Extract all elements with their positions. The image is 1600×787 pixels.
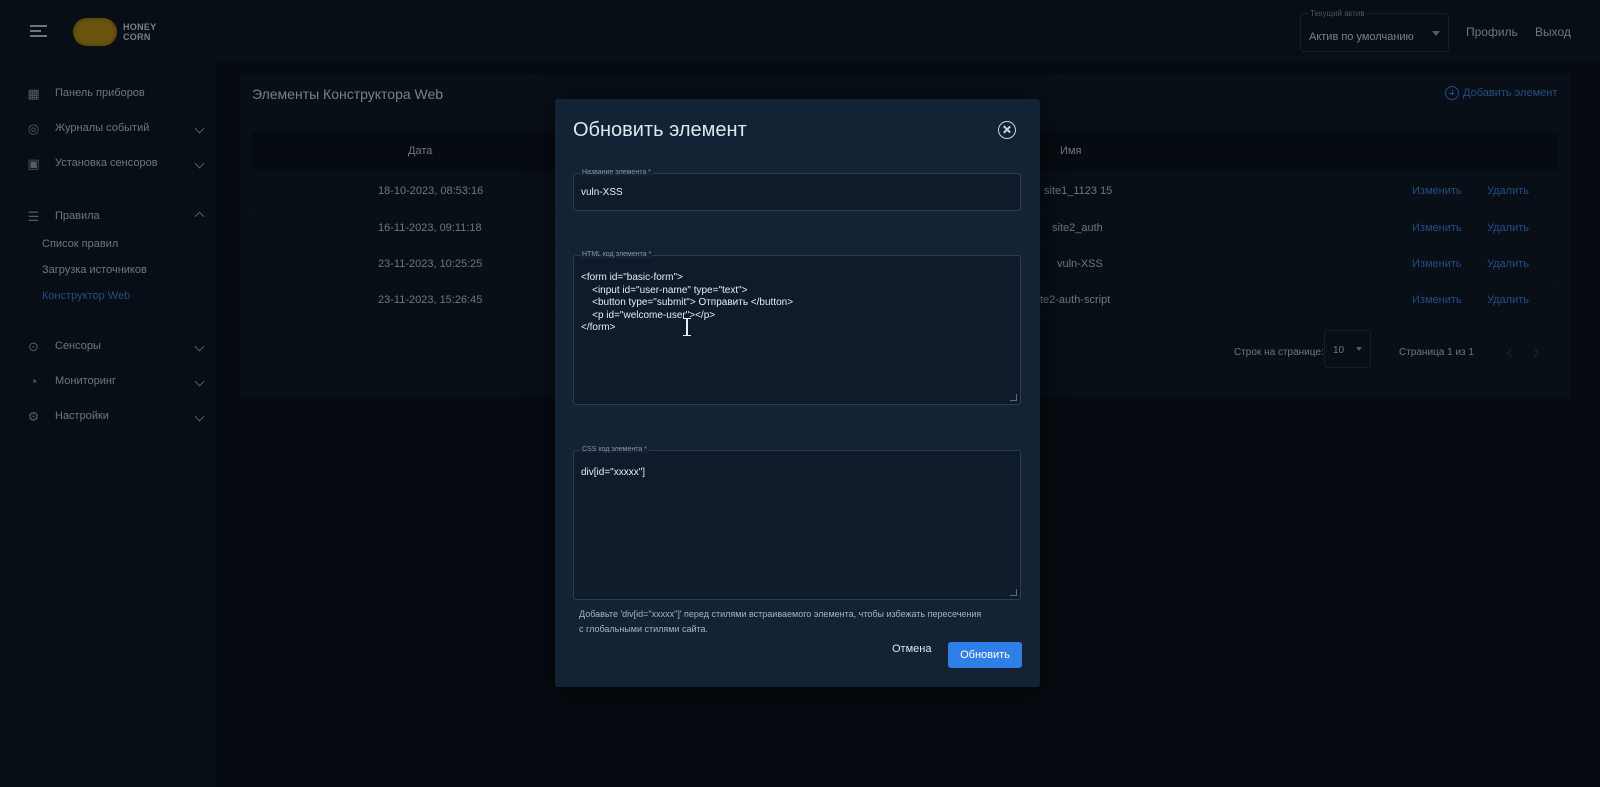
resize-handle[interactable] <box>1010 394 1017 401</box>
resize-handle[interactable] <box>1010 589 1017 596</box>
css-hint: Добавьте 'div[id="xxxxx"]' перед стилями… <box>579 609 982 634</box>
update-element-dialog: Обновить элемент Название элемента * HTM… <box>555 99 1040 687</box>
css-code-field: CSS код элемента * div[id="xxxxx"] <box>573 446 1021 600</box>
element-name-input[interactable] <box>574 174 1020 210</box>
dialog-title: Обновить элемент <box>573 119 747 141</box>
html-code-field: HTML код элемента * <form id="basic-form… <box>573 251 1021 405</box>
close-icon[interactable] <box>998 121 1016 139</box>
css-code-textarea[interactable]: div[id="xxxxx"] <box>574 451 1020 599</box>
cancel-button[interactable]: Отмена <box>892 643 931 655</box>
html-code-textarea[interactable]: <form id="basic-form"> <input id="user-n… <box>574 256 1020 404</box>
update-button[interactable]: Обновить <box>948 642 1022 668</box>
text-cursor-icon <box>683 318 691 336</box>
element-name-field: Название элемента * <box>573 169 1021 211</box>
